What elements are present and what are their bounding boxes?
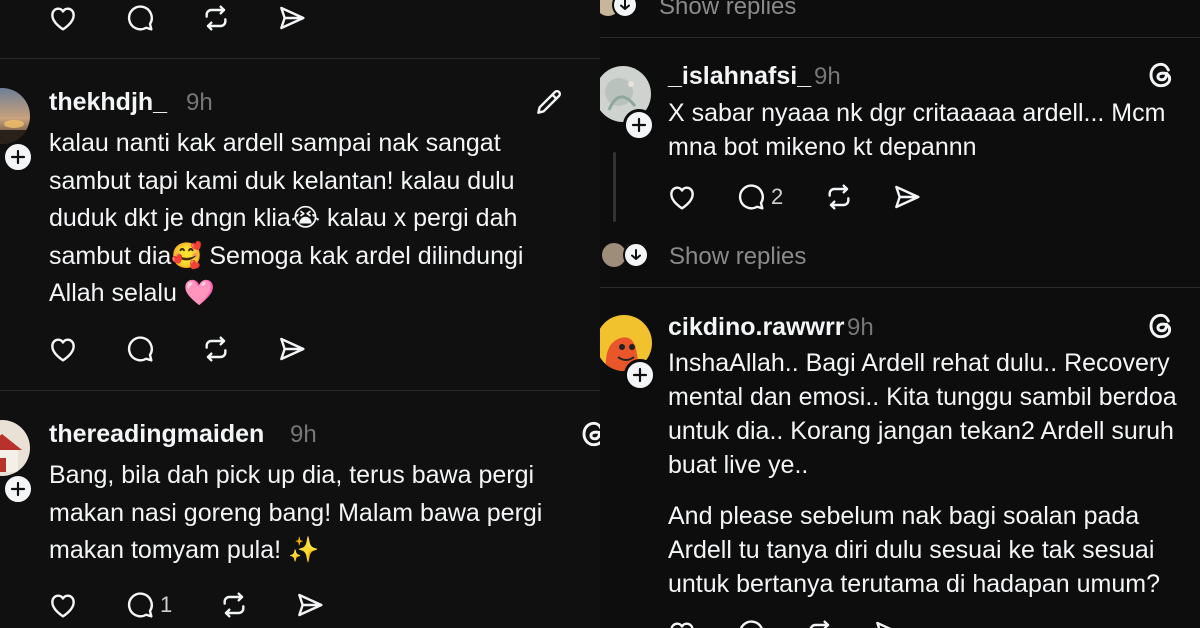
post-text-line: X sabar nyaaa nk dgr critaaaaa ardell...… bbox=[668, 99, 1166, 127]
post-text-line: sambut tapi kami duk kelantan! kalau dul… bbox=[49, 167, 515, 195]
post-text-line: kalau nanti kak ardell sampai nak sangat bbox=[49, 129, 501, 157]
username[interactable]: cikdino.rawwrr bbox=[668, 313, 844, 342]
reply-count: 2 bbox=[771, 184, 784, 209]
threads-logo-icon bbox=[582, 421, 600, 447]
divider bbox=[0, 58, 600, 59]
reply-button[interactable] bbox=[124, 2, 156, 34]
post-text-line: Allah selalu 🩷 bbox=[49, 279, 215, 307]
follow-button[interactable] bbox=[623, 109, 655, 141]
reply-button[interactable]: 2 bbox=[735, 181, 783, 213]
like-button[interactable] bbox=[47, 333, 79, 365]
expand-replies-icon[interactable] bbox=[623, 242, 649, 268]
repost-icon bbox=[809, 620, 830, 628]
username[interactable]: _islahnafsi_ bbox=[668, 62, 811, 91]
reply-button[interactable] bbox=[735, 617, 767, 628]
speech-bubble-icon bbox=[738, 184, 764, 210]
reply-count: 1 bbox=[160, 592, 173, 617]
username[interactable]: thereadingmaiden bbox=[49, 420, 264, 449]
post-text-line: Bang, bila dah pick up dia, terus bawa p… bbox=[49, 461, 535, 489]
threads-logo-button[interactable] bbox=[1145, 59, 1177, 91]
username[interactable]: thekhdjh_ bbox=[49, 88, 167, 117]
send-icon bbox=[895, 185, 920, 209]
post-text-line: InshaAllah.. Bagi Ardell rehat dulu.. Re… bbox=[668, 349, 1170, 377]
follow-button[interactable] bbox=[624, 359, 656, 391]
threads-logo-icon bbox=[1149, 62, 1172, 88]
heart-icon bbox=[670, 186, 694, 210]
thread-line bbox=[613, 152, 616, 222]
post-text-line: mental dan emosi.. Kita tunggu sambil be… bbox=[668, 383, 1177, 411]
post-time: 9h bbox=[290, 421, 317, 448]
send-icon bbox=[298, 593, 323, 617]
reply-button[interactable]: 1 bbox=[124, 589, 172, 621]
threads-logo-icon bbox=[1149, 313, 1172, 339]
heart-icon bbox=[51, 594, 75, 618]
speech-bubble-icon bbox=[127, 336, 153, 362]
threads-logo-button[interactable] bbox=[578, 418, 600, 450]
post-time: 9h bbox=[186, 89, 213, 116]
follow-button[interactable] bbox=[2, 141, 34, 173]
divider bbox=[600, 37, 1200, 38]
post-time: 9h bbox=[847, 314, 874, 341]
post-text-line: duduk dkt je dngn klia😭 kalau x pergi da… bbox=[49, 204, 518, 232]
post-text-line: sambut dia🥰 Semoga kak ardel dilindungi bbox=[49, 242, 524, 270]
share-button[interactable] bbox=[276, 2, 308, 34]
repost-icon bbox=[205, 5, 227, 31]
repost-button[interactable] bbox=[804, 617, 836, 628]
avatar[interactable] bbox=[0, 88, 30, 144]
send-icon bbox=[876, 621, 892, 628]
share-button[interactable] bbox=[891, 181, 923, 213]
left-thread-panel: thekhdjh_ 9h kalau nanti kak ardell samp… bbox=[0, 0, 600, 628]
post-text-line: untuk dia.. Korang jangan tekan2 Ardell … bbox=[668, 417, 1174, 445]
reply-button[interactable] bbox=[124, 333, 156, 365]
plus-icon bbox=[631, 117, 647, 133]
post-time: 9h bbox=[814, 63, 841, 90]
speech-bubble-icon bbox=[127, 5, 153, 31]
send-icon bbox=[280, 6, 305, 30]
expand-replies-icon[interactable] bbox=[612, 0, 638, 18]
avatar[interactable] bbox=[0, 420, 30, 476]
divider bbox=[600, 287, 1200, 288]
heart-icon bbox=[670, 622, 694, 628]
post-text-line: makan tomyam pula! ✨ bbox=[49, 536, 320, 564]
heart-icon bbox=[51, 7, 75, 31]
like-button[interactable] bbox=[47, 2, 79, 34]
repost-button[interactable] bbox=[200, 2, 232, 34]
post-text-line: Ardell tu tanya diri dulu sesuai ke tak … bbox=[668, 536, 1155, 564]
speech-bubble-icon bbox=[739, 620, 763, 628]
show-replies-link[interactable]: Show replies bbox=[669, 243, 806, 271]
follow-button[interactable] bbox=[2, 473, 34, 505]
plus-icon bbox=[10, 481, 26, 497]
repost-button[interactable] bbox=[218, 589, 250, 621]
post-text-line: untuk bertanya terutama di hadapan umum? bbox=[668, 570, 1160, 598]
post-text-line: And please sebelum nak bagi soalan pada bbox=[668, 502, 1140, 530]
like-button[interactable] bbox=[47, 589, 79, 621]
threads-logo-button[interactable] bbox=[1145, 310, 1177, 342]
like-button[interactable] bbox=[666, 181, 698, 213]
plus-icon bbox=[10, 149, 26, 165]
pencil-icon bbox=[537, 89, 562, 114]
heart-icon bbox=[51, 338, 75, 362]
repost-button[interactable] bbox=[823, 181, 855, 213]
divider bbox=[0, 390, 600, 391]
post-text-line: buat live ye.. bbox=[668, 451, 809, 479]
like-button[interactable] bbox=[666, 617, 698, 628]
right-thread-panel: Show replies _islahnafsi_ 9h X sabar nya… bbox=[600, 0, 1200, 628]
repost-button[interactable] bbox=[200, 333, 232, 365]
share-button[interactable] bbox=[872, 617, 904, 628]
plus-icon bbox=[632, 367, 648, 383]
speech-bubble-icon bbox=[127, 592, 153, 618]
repost-icon bbox=[828, 184, 850, 210]
share-button[interactable] bbox=[294, 589, 326, 621]
edit-button[interactable] bbox=[533, 86, 565, 118]
post-text-line: makan nasi goreng bang! Malam bawa pergi bbox=[49, 499, 543, 527]
post-text-line: mna bot mikeno kt depannn bbox=[668, 133, 977, 161]
share-button[interactable] bbox=[276, 333, 308, 365]
repost-icon bbox=[205, 336, 227, 362]
show-replies-link[interactable]: Show replies bbox=[659, 0, 796, 21]
send-icon bbox=[280, 337, 305, 361]
repost-icon bbox=[223, 592, 245, 618]
